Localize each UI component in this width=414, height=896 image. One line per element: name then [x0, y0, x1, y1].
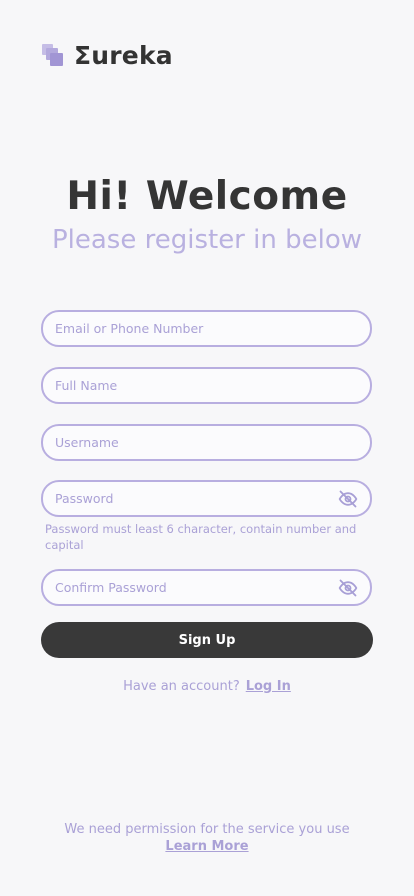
account-prompt-text: Have an account? [123, 679, 240, 694]
page-subtitle: Please register in below [51, 225, 363, 255]
permission-text: We need permission for the service you u… [64, 822, 350, 837]
password-field[interactable] [55, 482, 325, 515]
account-prompt: Have an account? Log In [0, 679, 414, 694]
password-hint: Password must least 6 character, contain… [45, 522, 357, 552]
footer: We need permission for the service you u… [0, 821, 414, 855]
learn-more-link[interactable]: Learn More [165, 839, 248, 854]
username-field-container [41, 424, 372, 461]
username-field[interactable] [55, 426, 325, 459]
brand-name: Σureka [74, 40, 173, 70]
confirm-password-field-container [41, 569, 372, 606]
sign-up-button[interactable]: Sign Up [41, 622, 373, 658]
email-field-container [41, 310, 372, 347]
fullname-field[interactable] [55, 369, 325, 402]
brand-header: Σureka [42, 40, 173, 70]
fullname-field-container [41, 367, 372, 404]
confirm-password-field[interactable] [55, 571, 325, 604]
eye-off-icon[interactable] [338, 489, 358, 509]
email-field[interactable] [55, 312, 325, 345]
eye-off-icon[interactable] [338, 578, 358, 598]
log-in-link[interactable]: Log In [246, 679, 291, 694]
password-field-container [41, 480, 372, 517]
page-title: Hi! Welcome [66, 174, 348, 219]
stacked-squares-logo-icon [42, 44, 64, 66]
